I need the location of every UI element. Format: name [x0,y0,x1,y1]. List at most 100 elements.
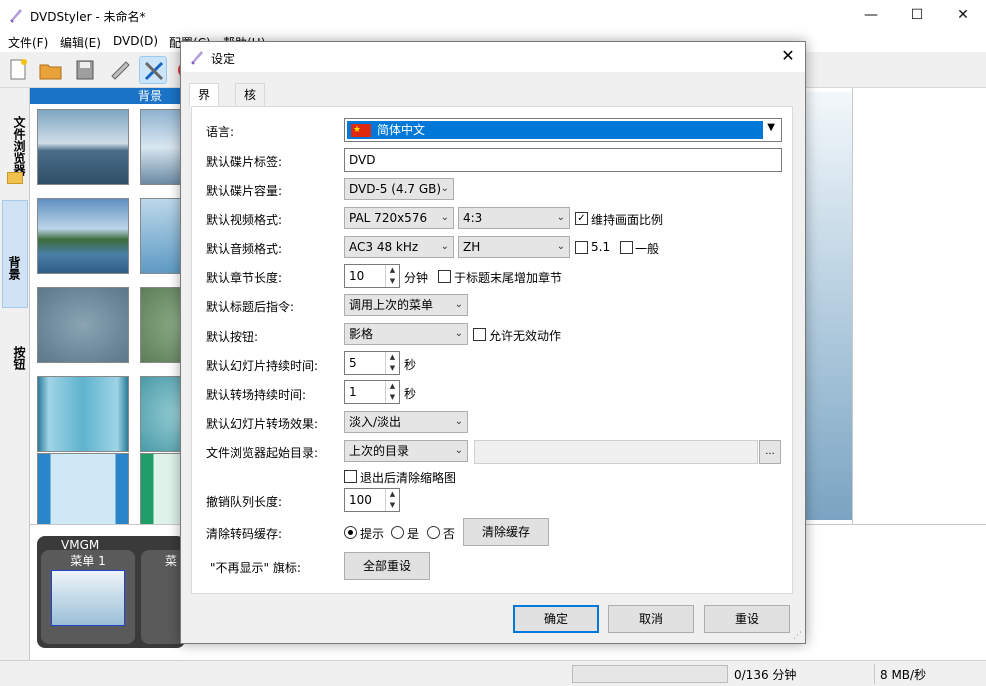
canvas-margin [852,88,986,524]
status-separator [874,664,875,684]
spin-up-icon[interactable]: ▲ [386,352,399,363]
audio-language-value: ZH [463,240,481,254]
clear-cache-button[interactable]: 清除缓存 [463,518,549,546]
dialog-title-bar: 设定 ✕ [181,42,805,72]
spin-up-icon[interactable]: ▲ [386,265,399,276]
chapter-length-label: 默认章节长度: [206,271,283,285]
aspect-ratio-value: 4:3 [463,211,483,225]
chapter-length-value: 10 [349,269,365,283]
audio-format-select[interactable]: AC3 48 kHz ⌄ [344,236,454,258]
transition-duration-spinner[interactable]: 1 ▲ ▼ [344,380,400,404]
default-button-select[interactable]: 影格 ⌄ [344,323,468,345]
main-title-bar: DVDStyler - 未命名* — ☐ ✕ [0,0,986,32]
language-select[interactable]: 简体中文 ▼ [344,118,782,142]
tab-interface[interactable]: 界面 [189,83,220,124]
menu-edit[interactable]: 编辑(E) [60,34,101,51]
disc-label-input[interactable]: DVD [344,148,782,172]
language-value: 简体中文 [377,123,426,137]
keep-aspect-label: 维持画面比例 [591,213,664,227]
allow-invalid-label: 允许无效动作 [489,329,562,343]
menu-card-label: 菜 [164,554,177,568]
chevron-down-icon: ⌄ [454,445,463,456]
resize-grip-icon[interactable]: ⋰ [793,631,803,641]
cancel-button[interactable]: 取消 [608,605,694,633]
transition-duration-value: 1 [349,385,357,399]
chapter-length-spinner[interactable]: 10 ▲ ▼ [344,264,400,288]
menu-card[interactable]: 菜单 1 [41,550,135,644]
disc-capacity-select[interactable]: DVD-5 (4.7 GB) ⌄ [344,178,454,200]
browser-dir-select[interactable]: 上次的目录 ⌄ [344,440,468,462]
open-folder-icon[interactable] [37,56,65,84]
chevron-down-icon: ⌄ [454,416,463,427]
tab-core[interactable]: 核心 [235,83,266,124]
spin-down-icon[interactable]: ▼ [386,363,399,374]
tab-background[interactable]: 背景 [2,200,28,308]
transition-duration-label: 默认转场持续时间: [206,388,307,402]
slide-duration-spinner[interactable]: 5 ▲ ▼ [344,351,400,375]
new-file-icon[interactable] [4,56,32,84]
undo-length-label: 撤销队列长度: [206,495,283,509]
chevron-down-icon: ⌄ [440,183,449,194]
spin-up-icon[interactable]: ▲ [386,489,399,500]
close-window-button[interactable]: ✕ [940,0,986,32]
background-thumbnail[interactable] [37,453,129,524]
disc-label-label: 默认碟片标签: [206,155,283,169]
bitrate-status: 8 MB/秒 [880,668,927,682]
reset-button[interactable]: 重设 [704,605,790,633]
chevron-down-icon: ⌄ [556,212,565,223]
post-command-label: 默认标题后指令: [206,300,295,314]
default-button-value: 影格 [349,327,374,341]
spin-down-icon[interactable]: ▼ [386,276,399,287]
background-thumbnail[interactable] [37,109,129,185]
menu-background-preview [800,92,852,520]
menu-card[interactable]: 菜 [141,550,185,644]
seconds-unit: 秒 [404,358,417,372]
transition-effect-select[interactable]: 淡入/淡出 ⌄ [344,411,468,433]
spin-up-icon[interactable]: ▲ [386,381,399,392]
menu-dvd[interactable]: DVD(D) [113,34,158,48]
audio-51-label: 5.1 [591,240,611,254]
aspect-ratio-select[interactable]: 4:3 ⌄ [458,207,570,229]
video-format-select[interactable]: PAL 720x576 ⌄ [344,207,454,229]
background-thumbnail[interactable] [37,198,129,274]
minimize-button[interactable]: — [848,0,894,32]
clear-thumbs-checkbox[interactable] [344,470,357,483]
browse-button[interactable]: ... [759,440,781,464]
chapter-end-checkbox[interactable] [438,270,451,283]
cache-prompt-radio[interactable] [344,526,357,539]
audio-format-value: AC3 48 kHz [349,240,419,254]
background-thumbnail[interactable] [37,376,129,452]
browser-dir-path-input [474,440,758,464]
cache-no-radio[interactable] [427,526,440,539]
transition-effect-value: 淡入/淡出 [349,415,402,429]
browser-dir-value: 上次的目录 [349,444,410,458]
ok-button[interactable]: 确定 [513,605,599,633]
spin-down-icon[interactable]: ▼ [386,392,399,403]
undo-length-spinner[interactable]: 100 ▲ ▼ [344,488,400,512]
post-command-select[interactable]: 调用上次的菜单 ⌄ [344,294,468,316]
tab-buttons[interactable]: 按钮 [2,328,28,388]
spin-down-icon[interactable]: ▼ [386,500,399,511]
settings-tools-icon[interactable] [139,56,167,84]
reset-all-button[interactable]: 全部重设 [344,552,430,580]
background-thumbnail[interactable] [37,287,129,363]
duration-status: 0/136 分钟 [734,668,797,682]
audio-normal-checkbox[interactable] [620,241,633,254]
seconds-unit: 秒 [404,387,417,401]
default-button-label: 默认按钮: [206,330,259,344]
chapter-unit: 分钟 [404,271,429,285]
dialog-close-button[interactable]: ✕ [771,42,805,72]
cache-yes-radio[interactable] [391,526,404,539]
save-icon[interactable] [71,56,99,84]
vmgm-group: VMGM 菜单 1 菜 [37,536,185,648]
maximize-button[interactable]: ☐ [894,0,940,32]
audio-51-checkbox[interactable] [575,241,588,254]
burn-icon[interactable] [106,56,134,84]
cache-no-label: 否 [443,527,456,541]
side-tabs: 文件浏览器 背景 按钮 [0,88,30,660]
audio-language-select[interactable]: ZH ⌄ [458,236,570,258]
menu-file[interactable]: 文件(F) [8,34,48,51]
transition-effect-label: 默认幻灯片转场效果: [206,417,319,431]
keep-aspect-checkbox[interactable]: ✓ [575,212,588,225]
allow-invalid-checkbox[interactable] [473,328,486,341]
